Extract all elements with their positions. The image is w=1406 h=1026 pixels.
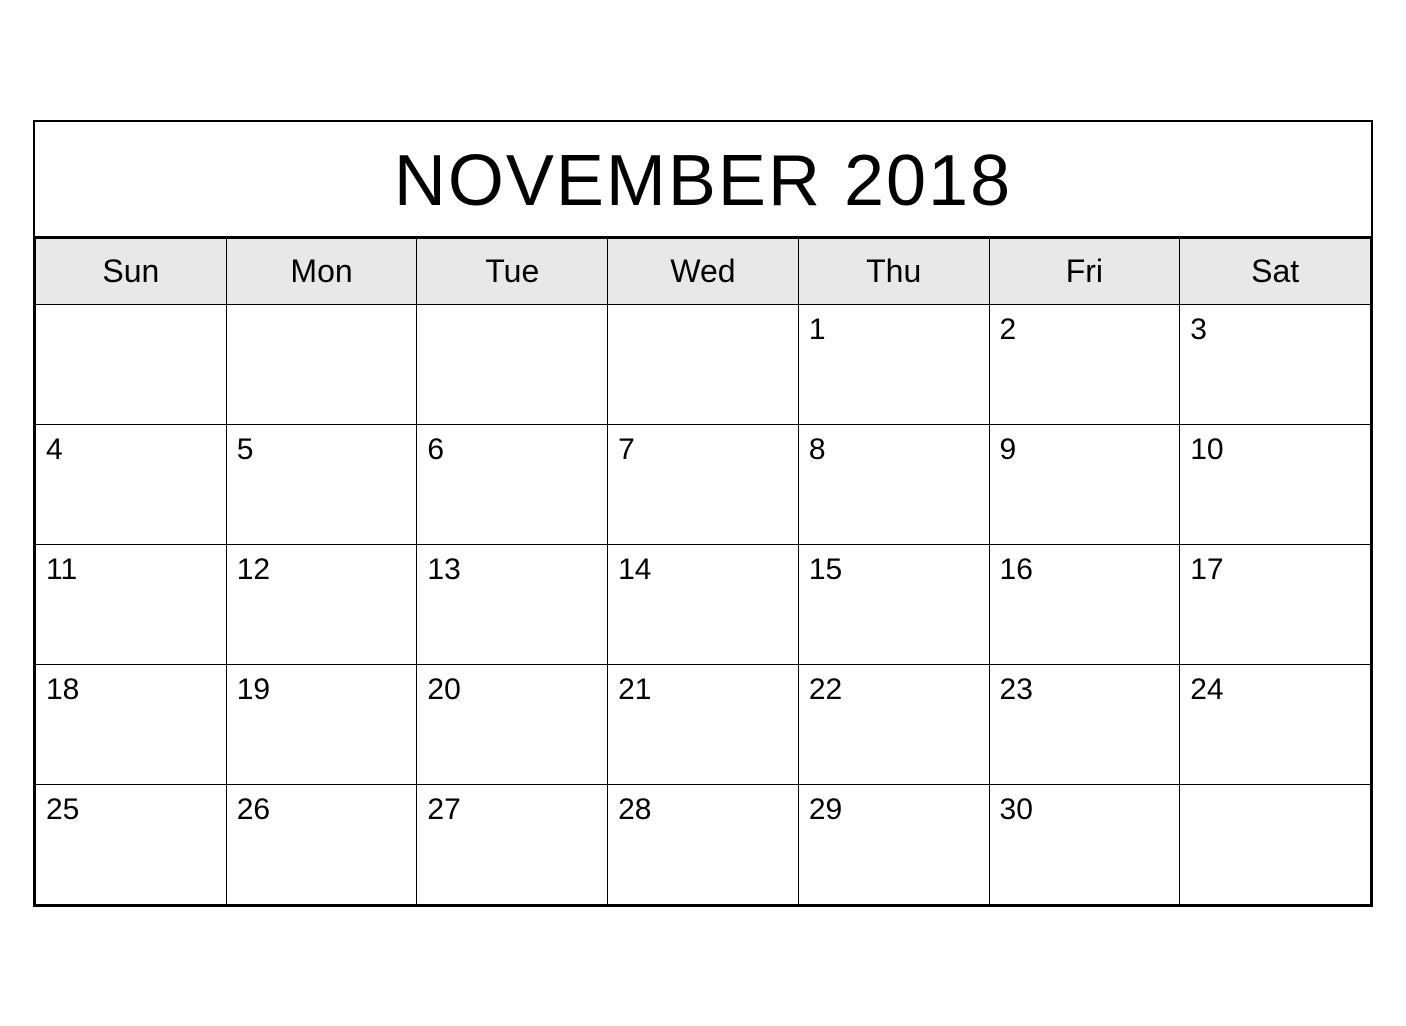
calendar-cell[interactable]: 11	[36, 544, 227, 664]
calendar-cell[interactable]: 27	[417, 784, 608, 904]
day-header-thu: Thu	[798, 238, 989, 304]
calendar-grid: SunMonTueWedThuFriSat 123456789101112131…	[35, 238, 1371, 905]
day-header-tue: Tue	[417, 238, 608, 304]
calendar-cell[interactable]: 23	[989, 664, 1180, 784]
calendar-cell[interactable]: 3	[1180, 304, 1371, 424]
calendar-cell[interactable]: 12	[226, 544, 417, 664]
calendar-cell[interactable]: 20	[417, 664, 608, 784]
week-row-2: 45678910	[36, 424, 1371, 544]
day-header-row: SunMonTueWedThuFriSat	[36, 238, 1371, 304]
calendar-cell[interactable]	[417, 304, 608, 424]
calendar-cell[interactable]: 14	[608, 544, 799, 664]
calendar-cell[interactable]: 25	[36, 784, 227, 904]
day-header-fri: Fri	[989, 238, 1180, 304]
calendar-cell[interactable]: 26	[226, 784, 417, 904]
week-row-3: 11121314151617	[36, 544, 1371, 664]
day-header-sun: Sun	[36, 238, 227, 304]
calendar-cell[interactable]	[226, 304, 417, 424]
calendar-cell[interactable]: 2	[989, 304, 1180, 424]
calendar-cell[interactable]: 5	[226, 424, 417, 544]
calendar-cell[interactable]: 9	[989, 424, 1180, 544]
calendar-cell[interactable]: 19	[226, 664, 417, 784]
calendar-cell[interactable]: 4	[36, 424, 227, 544]
week-row-5: 252627282930	[36, 784, 1371, 904]
week-row-1: 123	[36, 304, 1371, 424]
calendar-cell[interactable]: 6	[417, 424, 608, 544]
calendar-title: NOVEMBER 2018	[35, 122, 1371, 238]
day-header-sat: Sat	[1180, 238, 1371, 304]
calendar-cell[interactable]: 24	[1180, 664, 1371, 784]
week-row-4: 18192021222324	[36, 664, 1371, 784]
calendar-cell[interactable]: 8	[798, 424, 989, 544]
calendar-cell[interactable]: 22	[798, 664, 989, 784]
calendar-cell[interactable]: 29	[798, 784, 989, 904]
calendar-cell[interactable]: 28	[608, 784, 799, 904]
calendar-cell[interactable]: 21	[608, 664, 799, 784]
calendar-cell[interactable]: 15	[798, 544, 989, 664]
calendar-cell[interactable]: 17	[1180, 544, 1371, 664]
calendar-cell[interactable]: 30	[989, 784, 1180, 904]
day-header-mon: Mon	[226, 238, 417, 304]
calendar-cell[interactable]	[608, 304, 799, 424]
calendar: NOVEMBER 2018 SunMonTueWedThuFriSat 1234…	[33, 120, 1373, 907]
calendar-cell[interactable]: 1	[798, 304, 989, 424]
calendar-cell[interactable]	[1180, 784, 1371, 904]
calendar-cell[interactable]: 16	[989, 544, 1180, 664]
day-header-wed: Wed	[608, 238, 799, 304]
calendar-cell[interactable]: 18	[36, 664, 227, 784]
calendar-cell[interactable]: 13	[417, 544, 608, 664]
calendar-cell[interactable]	[36, 304, 227, 424]
calendar-cell[interactable]: 7	[608, 424, 799, 544]
calendar-cell[interactable]: 10	[1180, 424, 1371, 544]
